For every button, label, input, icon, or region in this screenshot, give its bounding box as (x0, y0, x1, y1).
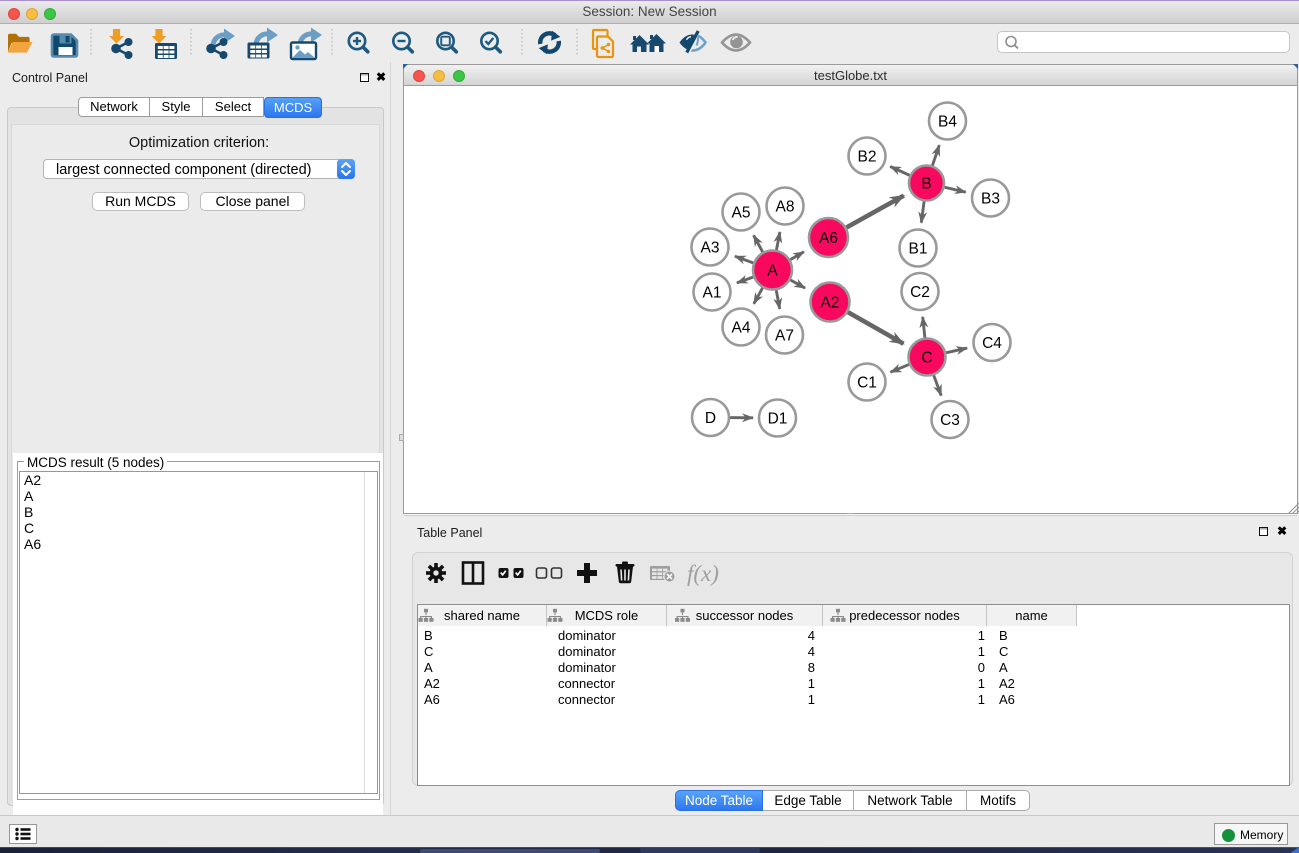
svg-text:A6: A6 (819, 230, 838, 247)
svg-text:A8: A8 (776, 199, 795, 216)
svg-text:A4: A4 (732, 320, 751, 337)
svg-text:B1: B1 (909, 241, 928, 258)
svg-text:A1: A1 (703, 285, 722, 302)
svg-text:f(x): f(x) (687, 561, 719, 586)
svg-text:B2: B2 (858, 149, 877, 166)
svg-text:C1: C1 (857, 375, 877, 392)
svg-text:A: A (767, 263, 778, 280)
svg-text:B: B (921, 176, 931, 193)
svg-text:A2: A2 (821, 295, 840, 312)
svg-text:C3: C3 (940, 412, 960, 429)
svg-text:D: D (705, 410, 716, 427)
svg-text:C2: C2 (910, 284, 930, 301)
svg-text:B3: B3 (981, 191, 1000, 208)
svg-text:C4: C4 (982, 335, 1002, 352)
svg-text:A3: A3 (701, 240, 720, 257)
svg-text:C: C (921, 350, 932, 367)
svg-text:B4: B4 (938, 114, 957, 131)
svg-text:D1: D1 (768, 411, 788, 428)
svg-text:A5: A5 (732, 205, 751, 222)
svg-text:A7: A7 (775, 328, 794, 345)
